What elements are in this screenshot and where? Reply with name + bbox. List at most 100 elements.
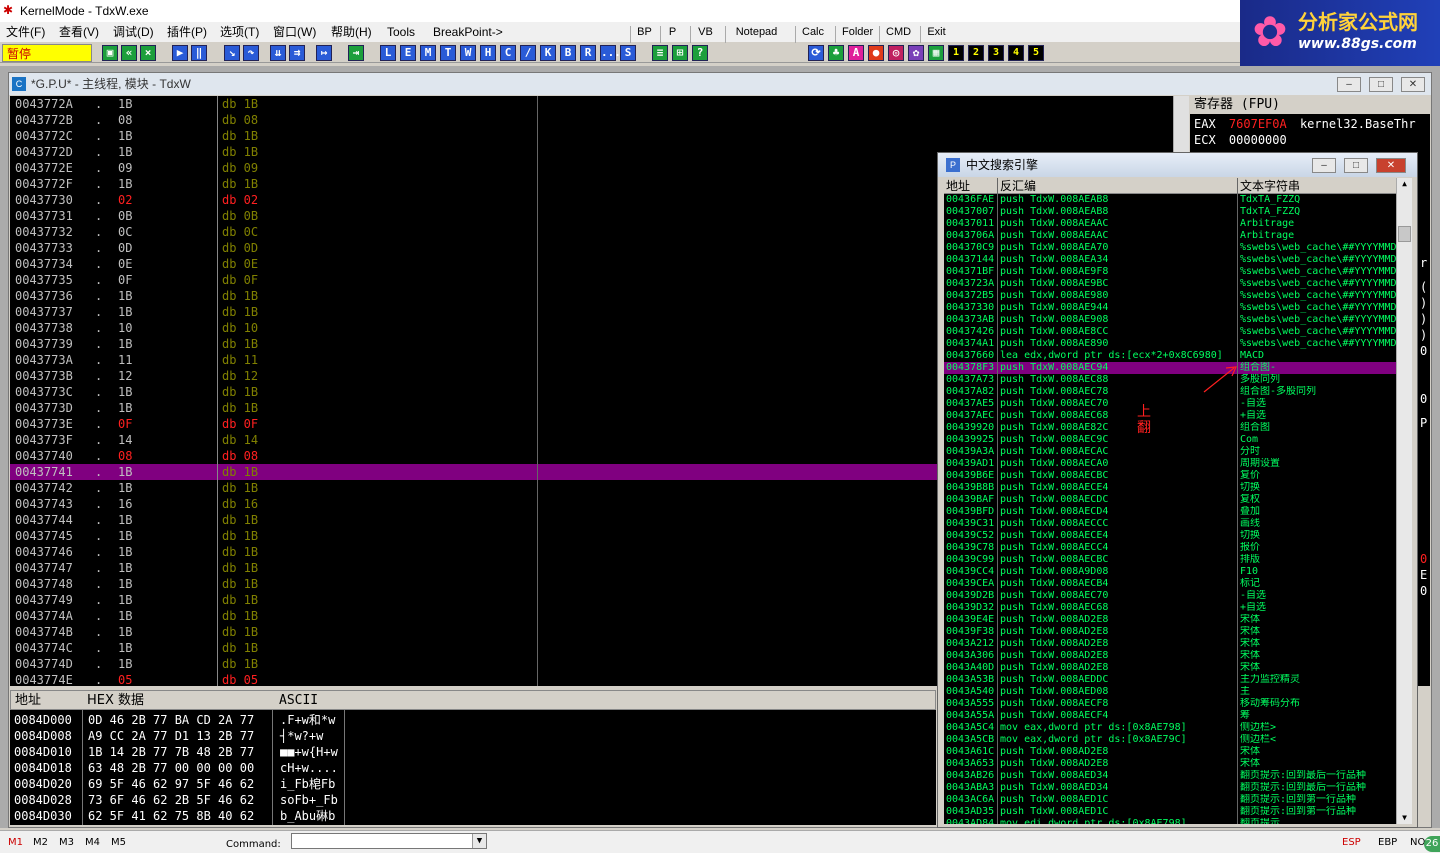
p-button[interactable]: P <box>660 26 684 44</box>
search-result-row[interactable]: 0043A40D push TdxW.008AD2E8 宋体 <box>944 662 1396 674</box>
tb-num-1[interactable]: 1 <box>948 45 964 61</box>
record-icon[interactable]: ● <box>868 45 884 61</box>
pause-icon[interactable]: ‖ <box>191 45 207 61</box>
search-result-row[interactable]: 00437A82 push TdxW.008AEC78 组合图-多股同列 <box>944 386 1396 398</box>
search-result-row[interactable]: 004374A1 push TdxW.008AE890 %swebs\web_cac… <box>944 338 1396 350</box>
search-result-row[interactable]: 00439C31 push TdxW.008AECCC 画线 <box>944 518 1396 530</box>
search-result-row[interactable]: 00439D32 push TdxW.008AEC68 +自选 <box>944 602 1396 614</box>
status-m5[interactable]: M5 <box>111 837 126 848</box>
command-input[interactable]: ▼ <box>291 833 487 849</box>
status-m1[interactable]: M1 <box>8 837 23 848</box>
status-m4[interactable]: M4 <box>85 837 100 848</box>
search-result-row[interactable]: 00439E4E push TdxW.008AD2E8 宋体 <box>944 614 1396 626</box>
scroll-thumb[interactable] <box>1398 226 1411 242</box>
tb-letter-r[interactable]: R <box>580 45 596 61</box>
search-maximize-button[interactable]: □ <box>1344 158 1368 173</box>
register-row[interactable]: ECX 00000000 <box>1194 132 1287 148</box>
scroll-down-icon[interactable]: ▼ <box>1397 812 1412 824</box>
search-result-row[interactable]: 0043A540 push TdxW.008AED08 主 <box>944 686 1396 698</box>
vb-button[interactable]: VB <box>690 26 720 44</box>
execute-till-return-icon[interactable]: ↦ <box>316 45 332 61</box>
search-result-row[interactable]: 00439B6E push TdxW.008AECBC 复价 <box>944 470 1396 482</box>
search-result-row[interactable]: 0043A653 push TdxW.008AD2E8 宋体 <box>944 758 1396 770</box>
search-result-row[interactable]: 0043723A push TdxW.008AE9BC %swebs\web_cac… <box>944 278 1396 290</box>
search-result-row[interactable]: 00439CC4 push TdxW.008A9D08 F10 <box>944 566 1396 578</box>
chevron-down-icon[interactable]: ▼ <box>472 834 486 848</box>
minimize-button[interactable]: – <box>1337 77 1361 92</box>
menu-debug[interactable]: 调试(D) <box>113 24 154 41</box>
close-button[interactable]: ✕ <box>1401 77 1425 92</box>
tb-letter-t[interactable]: T <box>440 45 456 61</box>
grid-icon[interactable]: ⊞ <box>672 45 688 61</box>
folder-button[interactable]: Folder <box>835 26 875 44</box>
tb-letter-l[interactable]: L <box>380 45 396 61</box>
search-result-row[interactable]: 0043A53B push TdxW.008AEDDC 主力监控精灵 <box>944 674 1396 686</box>
maximize-button[interactable]: □ <box>1369 77 1393 92</box>
search-result-row[interactable]: 00437330 push TdxW.008AE944 %swebs\web_cac… <box>944 302 1396 314</box>
goto-icon[interactable]: ⇥ <box>348 45 364 61</box>
menu-options[interactable]: 选项(T) <box>220 24 259 41</box>
search-result-row[interactable]: 0043AC6A push TdxW.008AED1C 翻页提示:回到第一行品种 <box>944 794 1396 806</box>
tb-num-4[interactable]: 4 <box>1008 45 1024 61</box>
search-result-row[interactable]: 00437011 push TdxW.008AEAAC Arbitrage <box>944 218 1396 230</box>
search-result-row[interactable]: 004372B5 push TdxW.008AE980 %swebs\web_cac… <box>944 290 1396 302</box>
search-result-row[interactable]: 00439CEA push TdxW.008AECB4 标记 <box>944 578 1396 590</box>
search-result-row[interactable]: 00437A73 push TdxW.008AEC88 多股同列 <box>944 374 1396 386</box>
memory-dump-pane[interactable]: 0084D000 0D 46 2B 77 BA CD 2A 77 .F+w和*w 00… <box>10 690 936 825</box>
tb-letter-s[interactable]: S <box>620 45 636 61</box>
search-result-row[interactable]: 0043A212 push TdxW.008AD2E8 宋体 <box>944 638 1396 650</box>
status-m2[interactable]: M2 <box>33 837 48 848</box>
close-icon[interactable]: × <box>140 45 156 61</box>
search-result-row[interactable]: 0043A61C push TdxW.008AD2E8 宋体 <box>944 746 1396 758</box>
dump-header-hex[interactable]: HEX 数据 <box>87 693 144 709</box>
target-icon[interactable]: ◎ <box>888 45 904 61</box>
step-over-icon[interactable]: ↷ <box>243 45 259 61</box>
scroll-up-icon[interactable]: ▲ <box>1397 178 1412 190</box>
open-icon[interactable]: ▣ <box>102 45 118 61</box>
search-result-row[interactable]: 00439C99 push TdxW.008AECBC 排版 <box>944 554 1396 566</box>
tb-letter-slash[interactable]: / <box>520 45 536 61</box>
search-result-row[interactable]: 00439F38 push TdxW.008AD2E8 宋体 <box>944 626 1396 638</box>
settings-icon[interactable]: ✿ <box>908 45 924 61</box>
search-header-text[interactable]: 文本字符串 <box>1240 178 1300 194</box>
search-result-row[interactable]: 00439BFD push TdxW.008AECD4 叠加 <box>944 506 1396 518</box>
search-result-row[interactable]: 00437426 push TdxW.008AE8CC %swebs\web_cac… <box>944 326 1396 338</box>
notepad-button[interactable]: Notepad <box>725 26 787 44</box>
search-result-row[interactable]: 00437AE5 push TdxW.008AEC70 -自选 <box>944 398 1396 410</box>
trace-into-icon[interactable]: ⇊ <box>270 45 286 61</box>
search-header-addr[interactable]: 地址 <box>946 178 970 194</box>
search-result-row[interactable]: 00439A3A push TdxW.008AECAC 分时 <box>944 446 1396 458</box>
tb-letter-c[interactable]: C <box>500 45 516 61</box>
tb-letter-e[interactable]: E <box>400 45 416 61</box>
trace-over-icon[interactable]: ⇉ <box>289 45 305 61</box>
plugin-icon[interactable]: ♣ <box>828 45 844 61</box>
search-result-row[interactable]: 00437007 push TdxW.008AEAB8 TdxTA_FZZQ <box>944 206 1396 218</box>
search-result-row[interactable]: 0043AD84 mov edi,dword ptr ds:[0x8AE798] 翻… <box>944 818 1396 824</box>
cmd-button[interactable]: CMD <box>879 26 911 44</box>
bp-button[interactable]: BP <box>630 26 658 44</box>
tb-num-3[interactable]: 3 <box>988 45 1004 61</box>
tb-num-5[interactable]: 5 <box>1028 45 1044 61</box>
search-result-row[interactable]: 0043A55A push TdxW.008AECF4 筹 <box>944 710 1396 722</box>
list-icon[interactable]: ≡ <box>652 45 668 61</box>
search-result-row[interactable]: 0043AD35 push TdxW.008AED1C 翻页提示:回到第一行品种 <box>944 806 1396 818</box>
disasm-row[interactable]: 0043772C. 1B db 1B <box>10 128 1173 144</box>
search-result-row[interactable]: 00437144 push TdxW.008AEA34 %swebs\web_cac… <box>944 254 1396 266</box>
search-result-row[interactable]: 00437AEC push TdxW.008AEC68 +自选 <box>944 410 1396 422</box>
disasm-row[interactable]: 0043772A. 1B db 1B <box>10 96 1173 112</box>
search-result-row[interactable]: 0043A5C4 mov eax,dword ptr ds:[0x8AE798] 侧… <box>944 722 1396 734</box>
help-icon[interactable]: ? <box>692 45 708 61</box>
calc-button[interactable]: Calc <box>795 26 829 44</box>
search-result-row[interactable]: 00439C78 push TdxW.008AECC4 报价 <box>944 542 1396 554</box>
a-icon[interactable]: A <box>848 45 864 61</box>
search-result-row[interactable]: 004373AB push TdxW.008AE908 %swebs\web_cac… <box>944 314 1396 326</box>
search-minimize-button[interactable]: – <box>1312 158 1336 173</box>
tb-letter-m[interactable]: M <box>420 45 436 61</box>
search-result-row[interactable]: 00439D2B push TdxW.008AEC70 -自选 <box>944 590 1396 602</box>
search-result-row[interactable]: 0043706A push TdxW.008AEAAC Arbitrage <box>944 230 1396 242</box>
search-result-row[interactable]: 004370C9 push TdxW.008AEA70 %swebs\web_cac… <box>944 242 1396 254</box>
search-result-row[interactable]: 004378F3 push TdxW.008AEC94 组合图- <box>944 362 1396 374</box>
menu-file[interactable]: 文件(F) <box>6 24 45 41</box>
tb-letter-h[interactable]: H <box>480 45 496 61</box>
tb-letter-k[interactable]: K <box>540 45 556 61</box>
